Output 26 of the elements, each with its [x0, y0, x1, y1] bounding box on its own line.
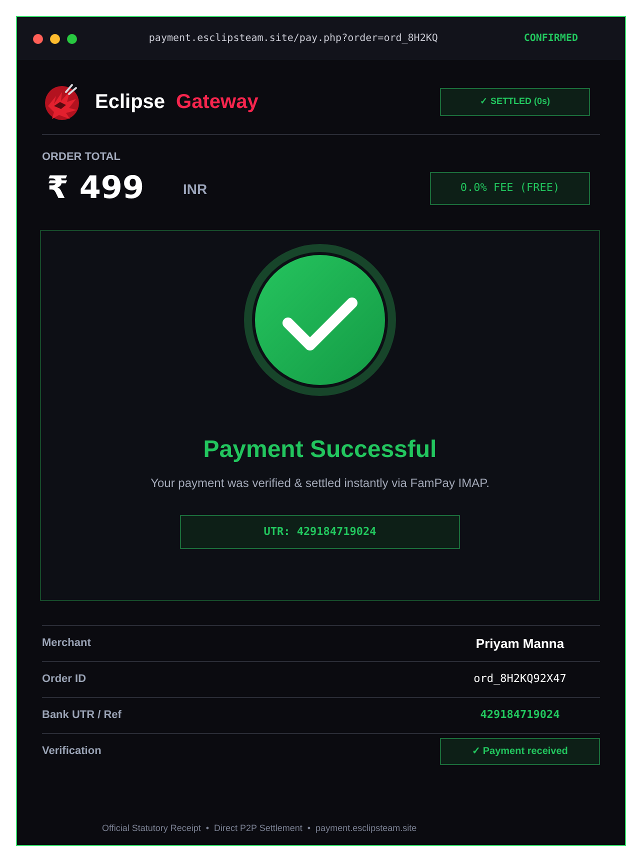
detail-label: Bank UTR / Ref [42, 708, 122, 724]
connection-status: CONFIRMED [524, 32, 578, 46]
fee-badge: 0.0% FEE (FREE) [430, 172, 590, 205]
detail-value: ord_8H2KQ92X47 [474, 671, 566, 688]
order-total-label: ORDER TOTAL [42, 150, 122, 164]
detail-label: Order ID [42, 672, 86, 688]
detail-value: Priyam Manna [476, 634, 564, 653]
detail-label: Merchant [42, 636, 91, 652]
success-message: Your payment was verified & settled instantly via FamPay IMAP. [150, 475, 490, 491]
detail-label: Verification [42, 744, 102, 760]
footer-text: Official Statutory Receipt • Direct P2P Settlement • payment.esclipsteam.site [101, 822, 418, 835]
logo-icon [42, 82, 82, 122]
check-circle-icon [244, 244, 396, 396]
order-amount: ₹ 499 [47, 173, 146, 204]
window-control-icon[interactable] [33, 34, 43, 44]
currency-code: INR [183, 180, 208, 199]
window-control-icon[interactable] [50, 34, 60, 44]
status-badge: ✓ Payment received [440, 738, 600, 765]
utr-badge: UTR: 429184719024 [180, 515, 460, 549]
success-title: Payment Successful [203, 435, 437, 465]
detail-value: 429184719024 [480, 707, 560, 724]
brand-name: Eclipse [95, 92, 166, 112]
address-url: payment.esclipsteam.site/pay.php?order=ord_8H2KQ [148, 32, 438, 46]
settled-badge: ✓ SETTLED (0s) [440, 88, 590, 116]
brand-name: Gateway [176, 92, 258, 112]
window-control-icon[interactable] [67, 34, 77, 44]
